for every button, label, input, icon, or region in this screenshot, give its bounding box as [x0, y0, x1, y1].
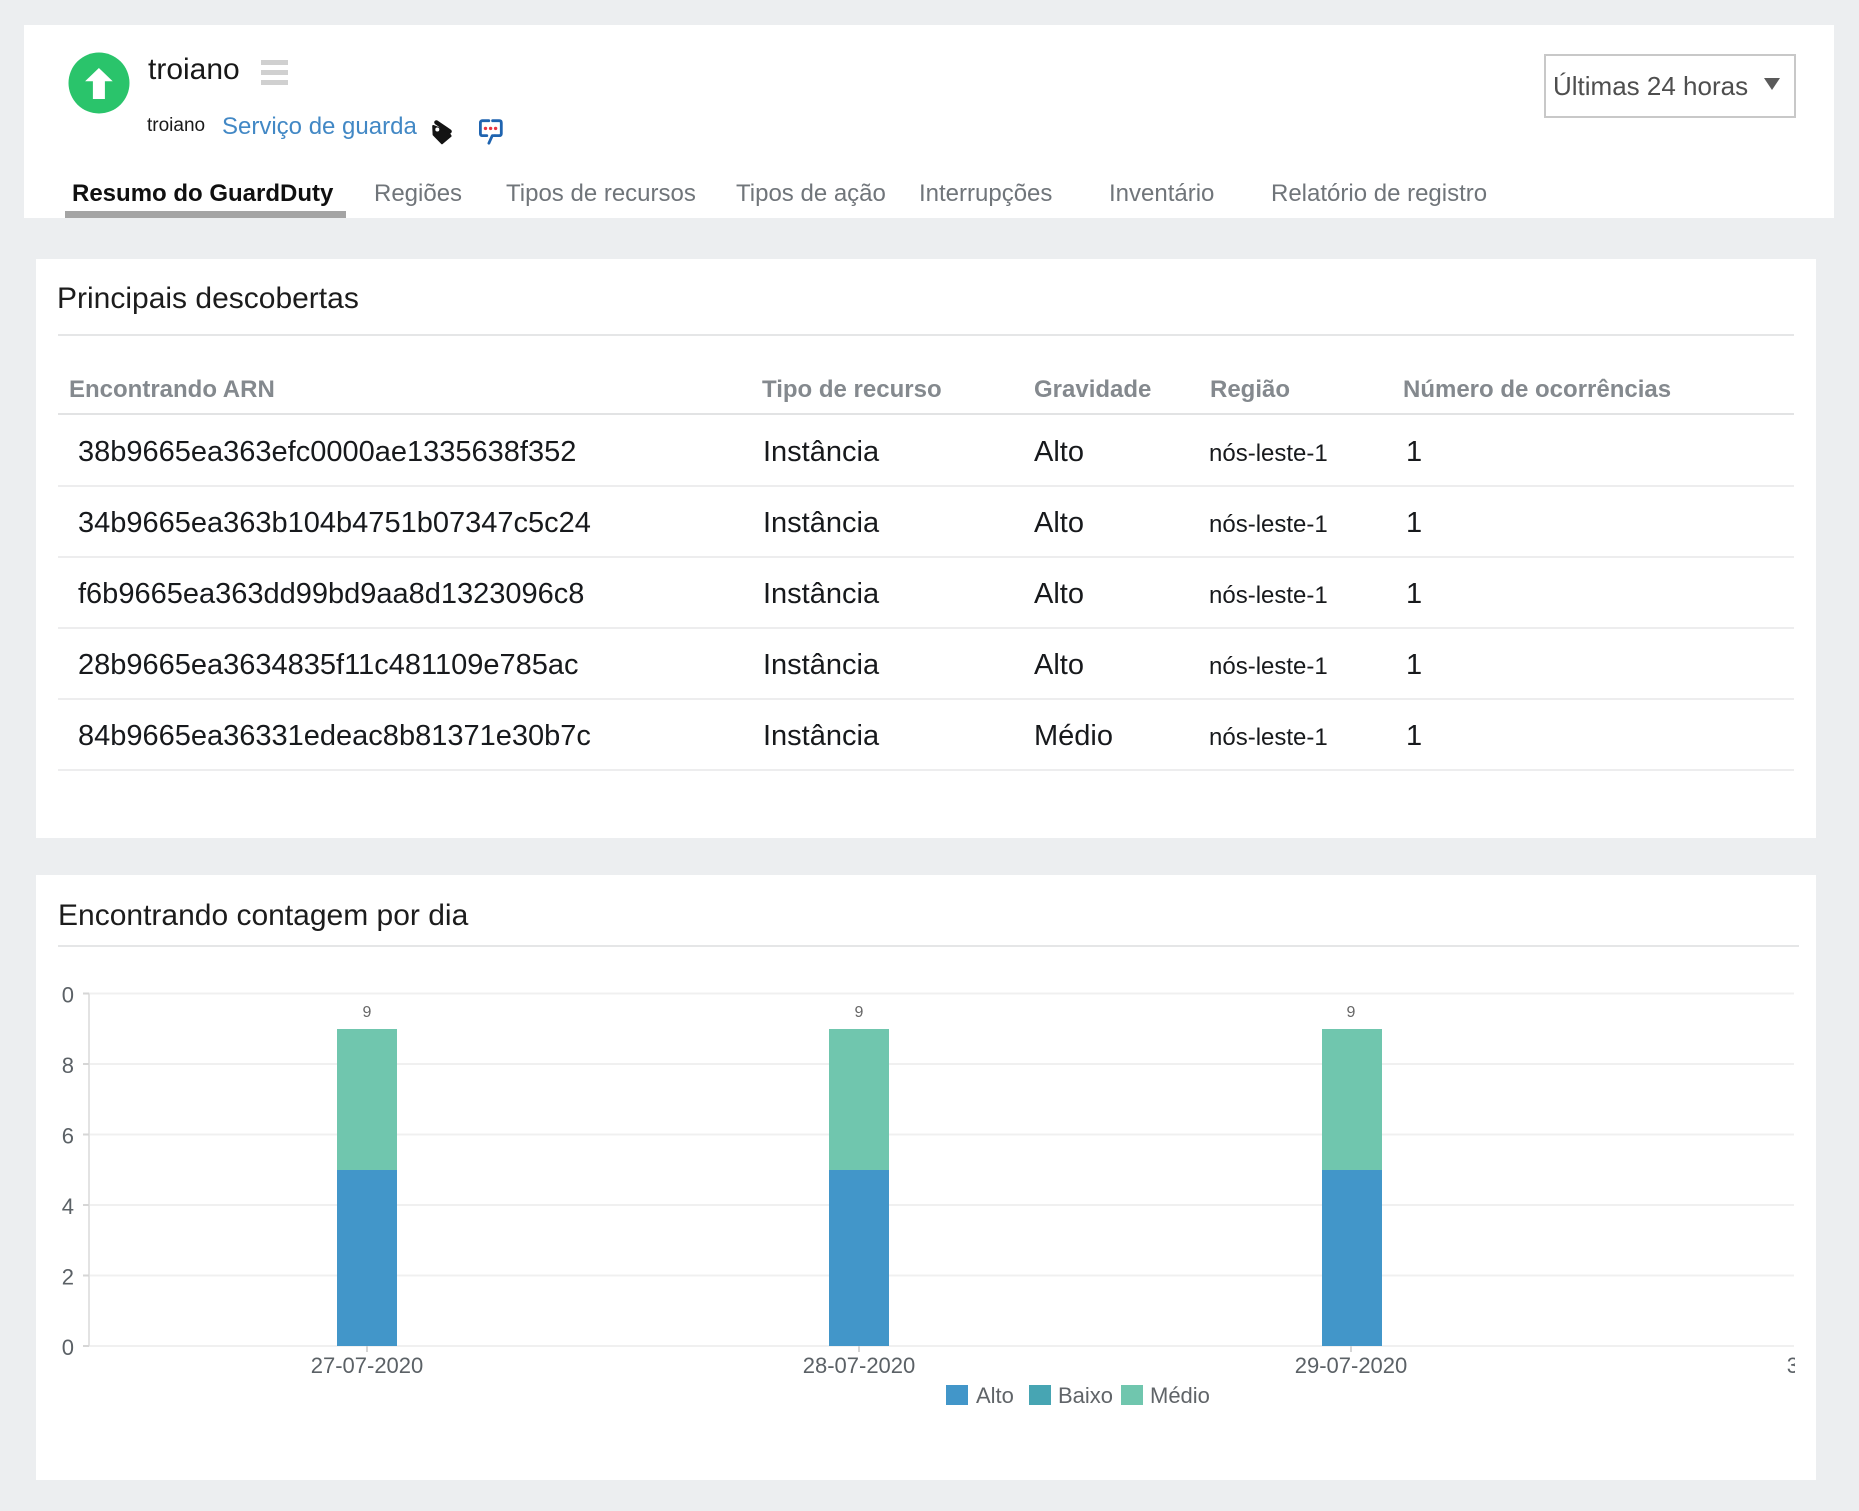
- svg-text:30-07-2020: 30-07-2020: [1787, 1353, 1795, 1378]
- svg-text:Baixo: Baixo: [1058, 1383, 1113, 1408]
- svg-text:0: 0: [62, 983, 74, 1008]
- svg-text:0: 0: [62, 1335, 74, 1360]
- svg-text:8: 8: [62, 1053, 74, 1078]
- svg-text:Alto: Alto: [976, 1383, 1014, 1408]
- svg-text:9: 9: [855, 1004, 864, 1021]
- svg-text:27-07-2020: 27-07-2020: [311, 1353, 424, 1378]
- svg-text:6: 6: [62, 1124, 74, 1149]
- svg-text:4: 4: [62, 1194, 74, 1219]
- svg-text:9: 9: [363, 1004, 372, 1021]
- svg-text:Médio: Médio: [1150, 1383, 1210, 1408]
- svg-text:29-07-2020: 29-07-2020: [1295, 1353, 1408, 1378]
- svg-text:9: 9: [1347, 1004, 1356, 1021]
- svg-text:28-07-2020: 28-07-2020: [803, 1353, 916, 1378]
- svg-text:2: 2: [62, 1265, 74, 1290]
